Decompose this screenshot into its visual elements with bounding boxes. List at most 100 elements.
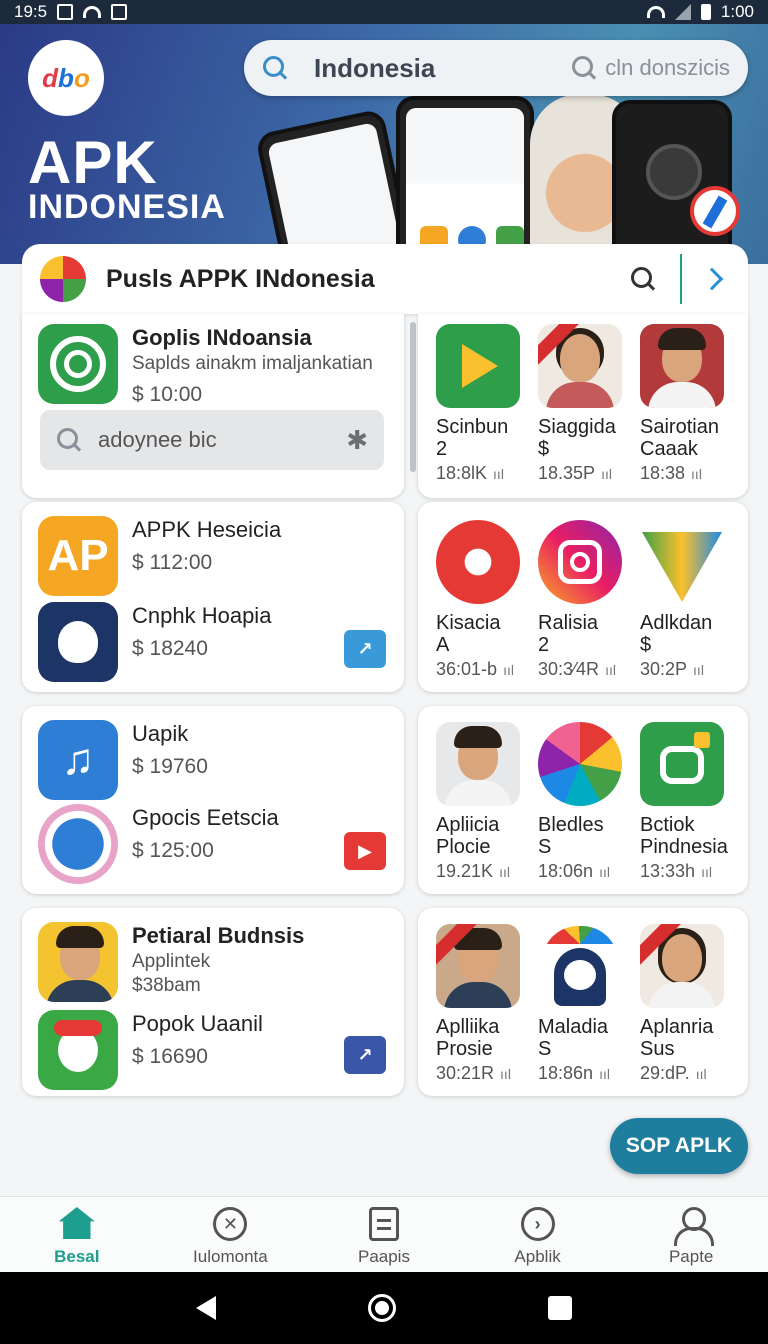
user-icon [674,1207,715,1246]
app-name: Cnphk Hoapia [132,603,272,628]
play-button[interactable]: ▶ [344,832,386,870]
grid-app-item[interactable]: Bledles S 18:06n ııl [538,722,634,885]
woman-portrait-icon [538,324,622,408]
app-price: $ 18240 [132,637,208,660]
nav-item-community[interactable]: ✕ Iulomonta [154,1197,308,1272]
document-icon [368,1207,399,1241]
image-notification-icon [57,4,74,20]
divider [680,254,682,304]
home-button-icon[interactable] [368,1294,396,1322]
section-title-card: Pusls APPK INdonesia [22,244,748,314]
nav-item-apps[interactable]: › Apblik [461,1197,615,1272]
search-hint: cln donszicis [605,55,730,80]
featured-card: Goplis INdoansia Saplds ainakm imaljanka… [22,314,416,498]
app-name: Goplis INdoansia [132,325,312,350]
grid-app-item[interactable]: Sairotian Caaak 18:38 ııl [640,324,736,487]
search-icon [262,55,288,81]
app-logo[interactable]: dbo [28,40,104,116]
grid-app-item[interactable]: Ralisia 2 30:3⁄4R ııl [538,520,634,683]
man-portrait-icon [436,722,520,806]
nav-item-home[interactable]: Besal [0,1197,154,1272]
man-portrait-icon [436,924,520,1008]
grid-app-item[interactable]: Adlkdan $ 30:2P ııl [640,520,736,683]
gear-icon[interactable]: ✱ [346,425,368,456]
list-item[interactable]: Cnphk Hoapia $ 18240 [38,602,271,682]
battery-icon [700,4,711,20]
list-item[interactable]: Petiaral Budnsis Applintek $38bam [38,922,304,1002]
grid-app-item[interactable]: Kisacia A 36:01-b ııl [436,520,532,683]
hero-header: dbo APK INDONESIA Indonesia cln donszici… [0,24,768,264]
grid-app-item[interactable]: Bctiok Pindnesia 13:33h ııl [640,722,736,885]
person-icon [38,922,118,1002]
pinwheel-icon [538,722,622,806]
search-input[interactable]: Indonesia [314,53,571,84]
section-title: Pusls APPK INdonesia [106,264,375,293]
penguin-icon [538,924,622,1008]
grid-app-item[interactable]: Siaggida $ 18.35P ııl [538,324,634,487]
grid-app-item[interactable]: Maladia S 18:86n ııl [538,924,634,1087]
search-icon[interactable] [630,266,656,292]
status-time: 19:5 [14,2,48,21]
gallery-notification-icon [111,4,128,20]
list-item[interactable]: AP APPK Heseicia $ 112:00 [38,516,281,596]
mascot-icon [38,1010,118,1090]
nav-item-pages[interactable]: Paapis [307,1197,461,1272]
app-price: $ 112:00 [132,551,213,574]
chevron-right-icon[interactable] [700,267,724,291]
brand-subtitle: INDONESIA [28,188,226,226]
ap-letters-icon: AP [38,516,118,596]
app-grid-card: Apliicia Plocie 19.21K ııl Bledles S 18:0… [418,706,748,894]
brand-badge-icon [690,186,740,236]
status-bar: 19:5 1:00 [0,0,768,24]
nav-item-profile[interactable]: Papte [614,1197,768,1272]
app-name: APPK Heseicia [132,517,282,542]
woman-portrait-icon [640,924,724,1008]
card-search-field[interactable]: adoynee bic ✱ [40,410,384,470]
app-price: $ 16690 [132,1045,208,1068]
man-portrait-icon [640,324,724,408]
phone-back-illustration [612,100,732,264]
status-battery-text: 1:00 [720,2,754,21]
cross-circle-icon: ✕ [213,1207,248,1241]
grid-app-item[interactable]: Apliicia Plocie 19.21K ııl [436,722,532,885]
app-list-card: AP APPK Heseicia $ 112:00 Cnphk Hoapia $… [22,502,404,692]
list-item[interactable]: Gpocis Eetscia $ 125:00 [38,804,279,884]
app-grid-card: Kisacia A 36:01-b ııl Ralisia 2 30:3⁄4R ıı… [418,502,748,692]
app-price: $38bam [132,975,201,996]
cell-signal-icon [674,4,691,20]
app-name: Uapik [132,721,189,746]
recents-icon[interactable] [548,1296,572,1320]
shop-apk-button[interactable]: SOP APLK [610,1118,748,1174]
scrollbar[interactable] [410,322,416,472]
app-list-card: ♫ Uapik $ 19760 Gpocis Eetscia $ 125:00 … [22,706,404,894]
search-bar[interactable]: Indonesia cln donszicis [244,40,748,96]
app-name: Petiaral Budnsis [132,923,305,948]
list-item[interactable]: Goplis INdoansia Saplds ainakm imaljanka… [38,324,373,410]
app-list-card: Petiaral Budnsis Applintek $38bam Popok … [22,908,404,1096]
list-item[interactable]: ♫ Uapik $ 19760 [38,720,208,800]
search-icon [56,427,82,453]
music-note-icon: ♫ [38,720,118,800]
instagram-icon [538,520,622,604]
camera-icon [436,520,520,604]
play-icon: ▶ [358,840,372,861]
section-logo-icon [40,256,86,302]
grid-app-item[interactable]: Scinbun 2 18:8lK ııl [436,324,532,487]
app-grid-card: Scinbun 2 18:8lK ııl Siaggida $ 18.35P ııl… [418,314,748,498]
target-app-icon [38,324,118,404]
back-icon[interactable] [196,1296,216,1320]
apple-icon [38,602,118,682]
list-item[interactable]: Popok Uaanil $ 16690 [38,1010,263,1090]
phone-illustration [396,96,534,264]
app-name: Gpocis Eetscia [132,805,279,830]
home-icon [58,1207,95,1239]
grid-app-item[interactable]: Aplanria Sus 29:dP. ııl [640,924,736,1087]
card-search-value[interactable]: adoynee bic [98,427,346,453]
trend-button[interactable]: ↗ [344,630,386,668]
trend-button[interactable]: ↗ [344,1036,386,1074]
trend-icon: ↗ [357,638,373,659]
grid-app-item[interactable]: Aplliika Prosie 30:21R ııl [436,924,532,1087]
triangle-icon [640,520,724,604]
app-subtitle: Applintek [132,951,211,972]
trend-icon: ↗ [357,1044,373,1065]
